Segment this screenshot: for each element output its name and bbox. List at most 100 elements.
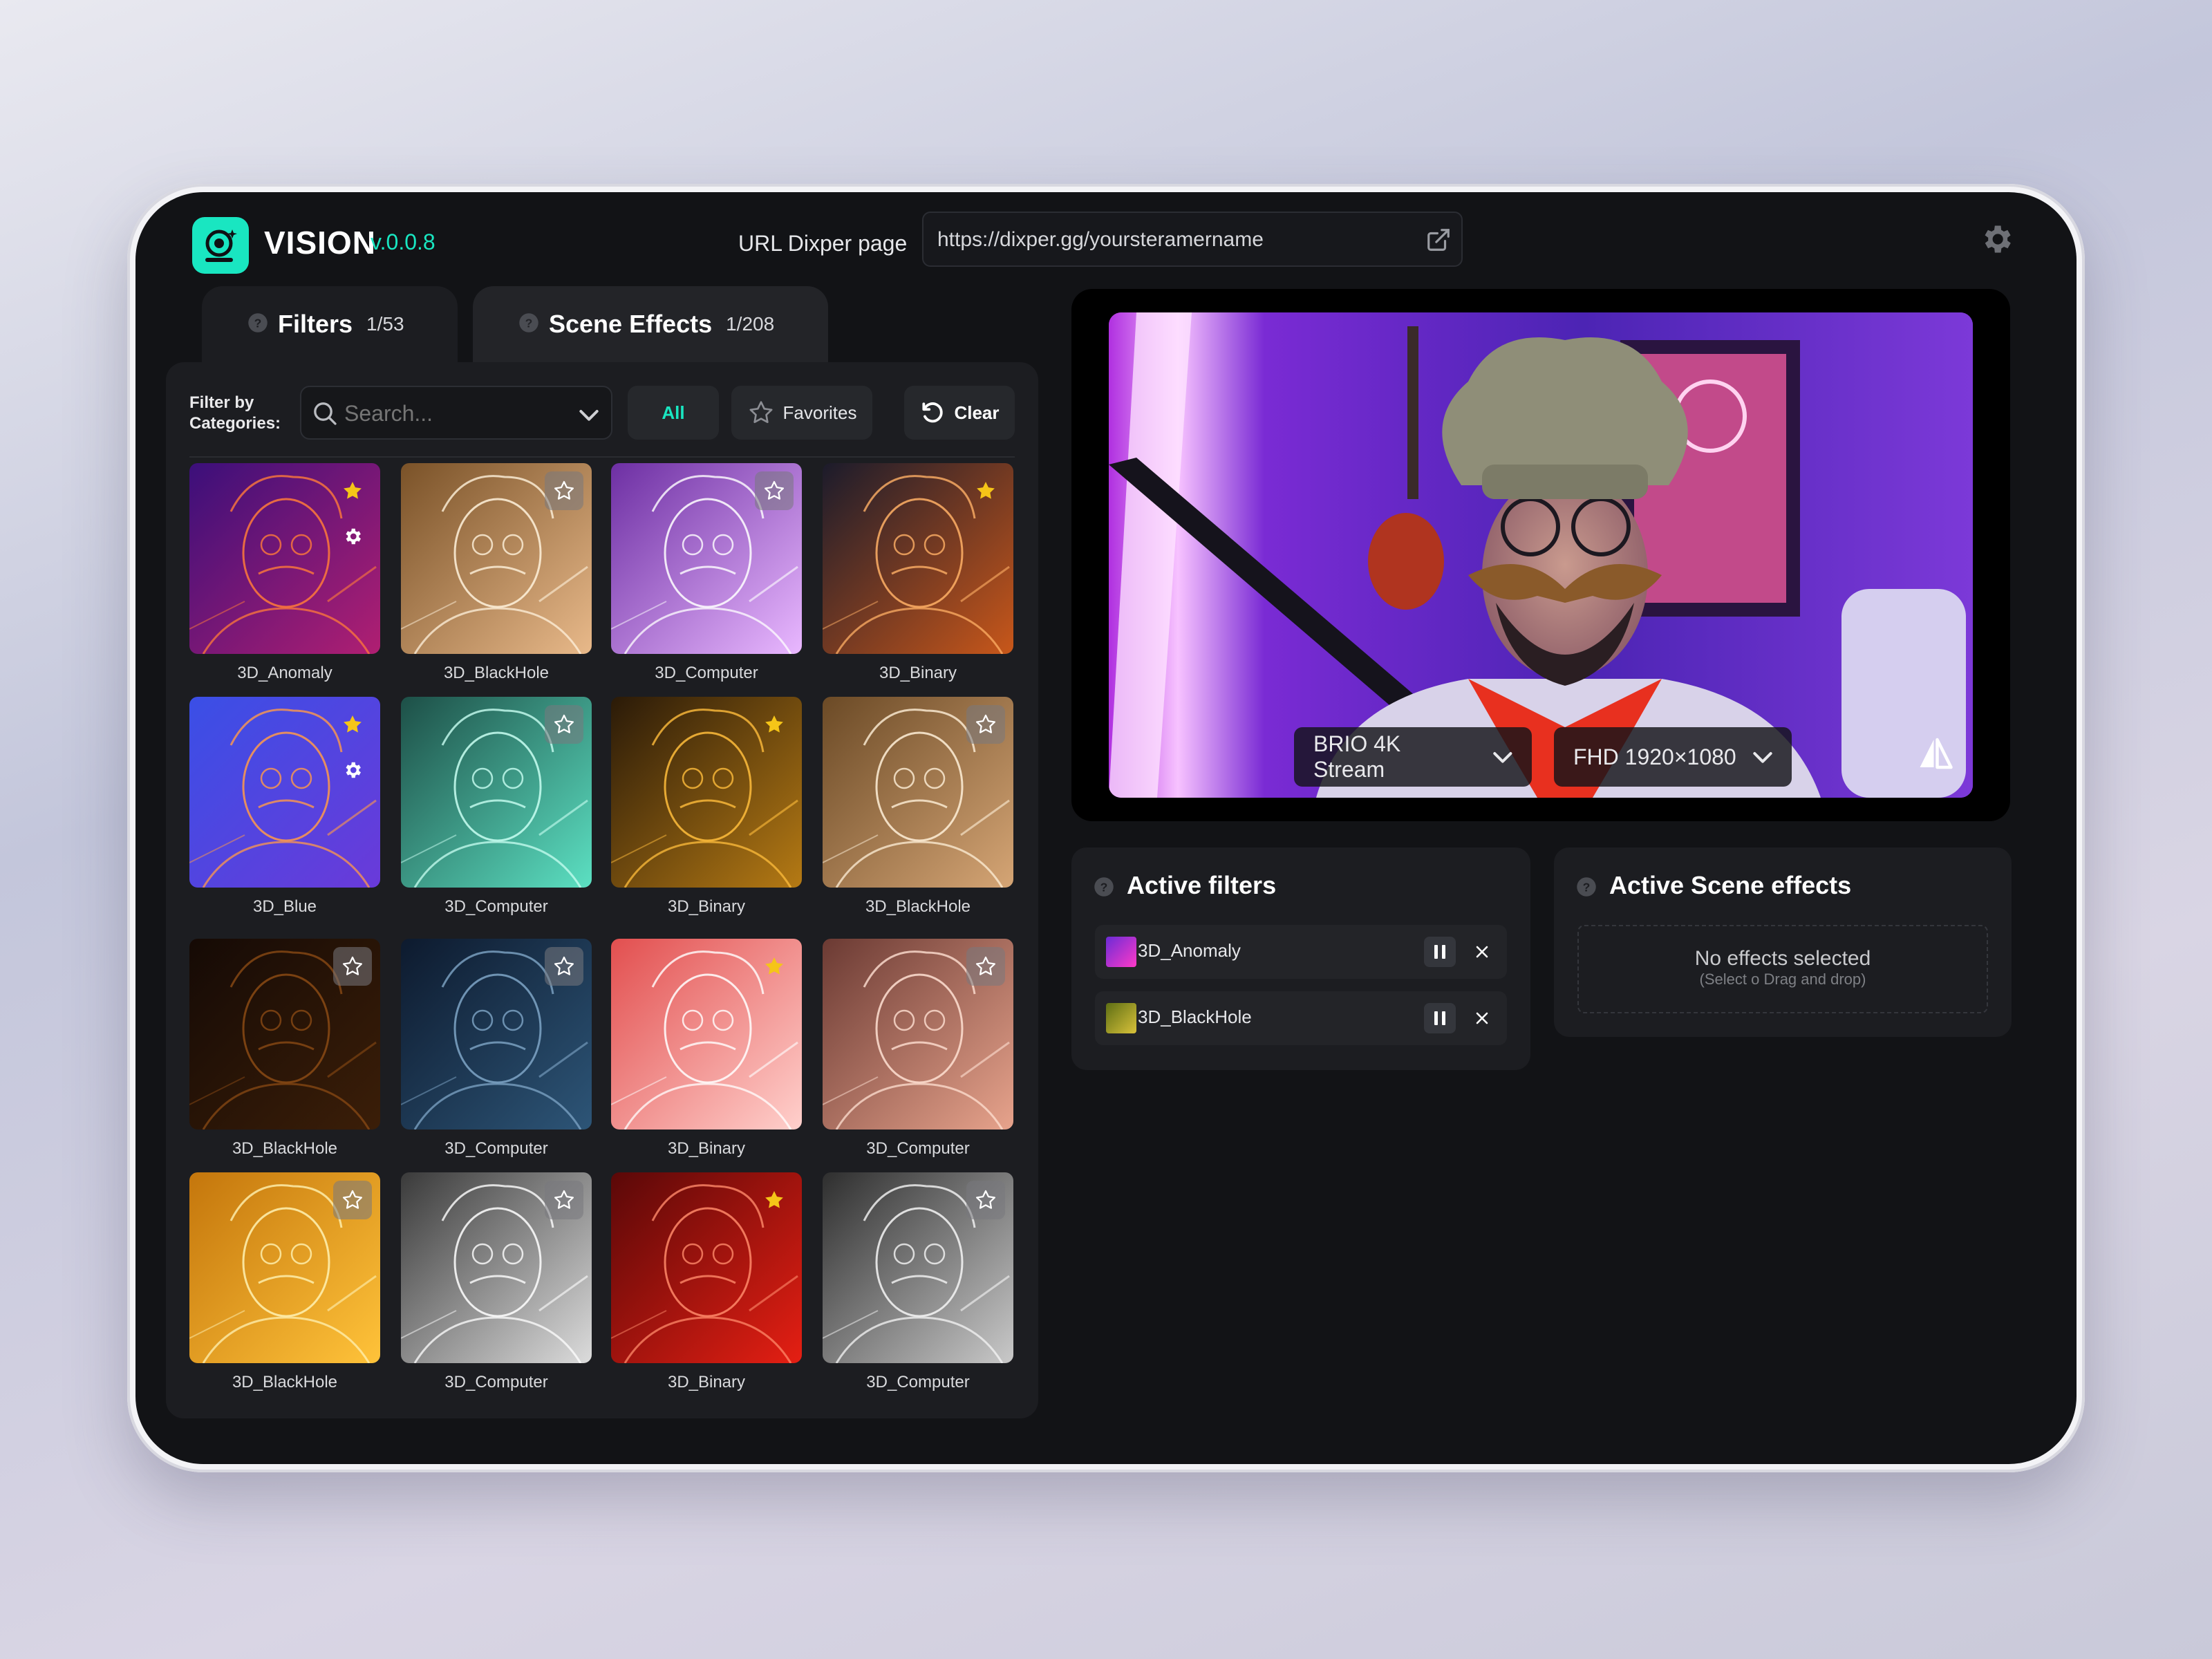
app-window: VISION v.0.0.8 URL Dixper page ? Filters… — [135, 192, 2077, 1464]
clear-button[interactable]: Clear — [904, 386, 1015, 440]
star-icon[interactable] — [545, 471, 583, 510]
active-filter-row[interactable]: 3D_BlackHole — [1095, 991, 1507, 1045]
active-scene-effects-title: Active Scene effects — [1609, 871, 1852, 899]
filter-tile-label: 3D_BlackHole — [443, 664, 550, 682]
filter-tile[interactable] — [189, 939, 380, 1130]
filter-tile[interactable] — [401, 697, 592, 888]
star-icon[interactable] — [755, 471, 794, 510]
filter-tile-label: 3D_Binary — [879, 664, 957, 682]
filter-tile[interactable] — [401, 1172, 592, 1363]
filter-tile[interactable] — [189, 1172, 380, 1363]
active-filter-row[interactable]: 3D_Anomaly — [1095, 925, 1507, 979]
filter-tile-label: 3D_Blue — [252, 897, 317, 916]
url-input[interactable] — [936, 213, 1409, 267]
tab-filters-count: 1/53 — [366, 313, 404, 335]
filter-tile[interactable] — [823, 939, 1013, 1130]
filter-tile[interactable] — [823, 697, 1013, 888]
filters-panel: Filter by Categories: All Favorites — [166, 362, 1038, 1418]
app-version: v.0.0.8 — [371, 229, 435, 254]
gear-icon[interactable] — [1978, 221, 2014, 261]
active-filter-thumbnail — [1106, 937, 1136, 967]
star-icon[interactable] — [545, 947, 583, 986]
filter-tile[interactable] — [611, 939, 802, 1130]
filter-tile[interactable] — [401, 939, 592, 1130]
star-icon[interactable] — [545, 705, 583, 744]
tab-filters[interactable]: ? Filters 1/53 — [202, 286, 458, 362]
filter-tile[interactable] — [189, 463, 380, 654]
chevron-down-icon[interactable] — [575, 401, 603, 429]
star-icon[interactable] — [545, 1181, 583, 1219]
mirror-icon[interactable] — [1915, 733, 1956, 778]
url-field[interactable] — [922, 212, 1463, 267]
active-filter-thumbnail — [1106, 1003, 1136, 1033]
external-link-icon[interactable] — [1425, 227, 1452, 256]
camera-select[interactable]: BRIO 4K Stream — [1294, 727, 1532, 787]
favorites-label: Favorites — [782, 402, 857, 423]
filter-tile[interactable] — [611, 463, 802, 654]
star-icon[interactable] — [966, 947, 1005, 986]
filter-tile-label: 3D_Computer — [444, 897, 548, 916]
search-input[interactable] — [343, 387, 567, 440]
resolution-select-label: FHD 1920×1080 — [1573, 744, 1736, 769]
filter-tile-label: 3D_Binary — [667, 1139, 746, 1158]
undo-icon — [922, 402, 944, 423]
filter-tile-label: 3D_Anomaly — [237, 664, 332, 682]
chevron-down-icon — [1493, 752, 1512, 763]
preview-frame: BRIO 4K Stream FHD 1920×1080 — [1071, 289, 2010, 821]
filter-tile[interactable] — [823, 463, 1013, 654]
filter-tile[interactable] — [611, 1172, 802, 1363]
search-icon — [314, 402, 337, 425]
help-icon: ? — [1094, 877, 1114, 897]
star-icon[interactable] — [333, 947, 372, 986]
favorites-button[interactable]: Favorites — [731, 386, 872, 440]
category-search[interactable] — [300, 386, 612, 440]
svg-text:?: ? — [1583, 880, 1591, 894]
star-icon[interactable] — [333, 471, 372, 510]
app-name: VISION — [264, 225, 376, 261]
gear-icon[interactable] — [333, 751, 372, 789]
preview-scene — [1109, 312, 1973, 798]
gear-icon[interactable] — [333, 517, 372, 556]
star-icon[interactable] — [755, 1181, 794, 1219]
close-icon[interactable] — [1467, 937, 1497, 967]
star-icon[interactable] — [755, 947, 794, 986]
chevron-down-icon — [1753, 752, 1772, 763]
active-filter-name: 3D_BlackHole — [1138, 1006, 1252, 1027]
filter-tile[interactable] — [823, 1172, 1013, 1363]
filter-tile-label: 3D_BlackHole — [232, 1373, 338, 1391]
all-button[interactable]: All — [628, 386, 719, 440]
pause-icon[interactable] — [1424, 1003, 1456, 1033]
svg-text:?: ? — [1100, 880, 1108, 894]
filter-tile-label: 3D_Computer — [866, 1139, 970, 1158]
clear-label: Clear — [954, 402, 1000, 423]
filter-tile[interactable] — [401, 463, 592, 654]
filter-tile-label: 3D_BlackHole — [865, 897, 971, 916]
tab-scene-effects-count: 1/208 — [726, 313, 775, 335]
camera-logo-icon — [205, 229, 237, 262]
filter-by-categories-label: Filter by Categories: — [189, 393, 281, 433]
filter-tile[interactable] — [611, 697, 802, 888]
filter-tile-label: 3D_Binary — [667, 897, 746, 916]
no-effects-hint: (Select o Drag and drop) — [1699, 971, 1866, 988]
star-icon[interactable] — [966, 705, 1005, 744]
filter-tile-label: 3D_Computer — [866, 1373, 970, 1391]
help-icon: ? — [519, 313, 538, 332]
filter-tile-label: 3D_Computer — [444, 1139, 548, 1158]
close-icon[interactable] — [1467, 1003, 1497, 1033]
camera-preview: BRIO 4K Stream FHD 1920×1080 — [1109, 312, 1973, 798]
star-icon[interactable] — [755, 705, 794, 744]
tab-filters-label: Filters — [278, 310, 353, 338]
pause-icon[interactable] — [1424, 937, 1456, 967]
svg-text:?: ? — [254, 316, 262, 330]
star-icon[interactable] — [333, 705, 372, 744]
resolution-select[interactable]: FHD 1920×1080 — [1554, 727, 1792, 787]
active-filters-title: Active filters — [1127, 871, 1277, 899]
active-filters-panel: ? Active filters 3D_Anomaly 3D_BlackHole — [1071, 847, 1530, 1070]
star-icon[interactable] — [966, 1181, 1005, 1219]
star-icon[interactable] — [966, 471, 1005, 510]
filter-tile-label: 3D_Binary — [667, 1373, 746, 1391]
tab-scene-effects[interactable]: ? Scene Effects 1/208 — [473, 286, 828, 362]
star-icon[interactable] — [333, 1181, 372, 1219]
scene-effects-dropzone[interactable]: No effects selected (Select o Drag and d… — [1577, 925, 1988, 1013]
filter-tile[interactable] — [189, 697, 380, 888]
